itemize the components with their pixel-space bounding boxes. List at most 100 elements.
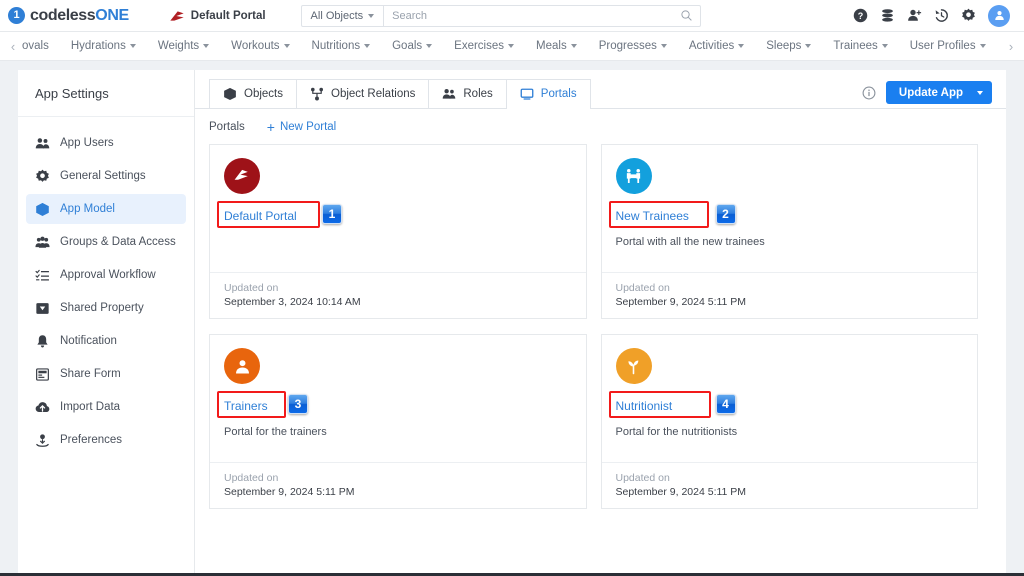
sidebar-item-groups-data-access[interactable]: Groups & Data Access xyxy=(26,227,186,257)
sidebar-item-shared-property[interactable]: Shared Property xyxy=(26,293,186,323)
portal-description: Portal for the trainers xyxy=(224,426,572,438)
object-nav-label: Exercises xyxy=(454,40,504,52)
object-nav-item[interactable]: Progresses xyxy=(588,40,678,52)
sidebar-item-label: Preferences xyxy=(60,434,122,446)
sidebar-item-general-settings[interactable]: General Settings xyxy=(26,161,186,191)
updated-on-label: Updated on xyxy=(224,282,572,294)
brand-text-dark: codeless xyxy=(30,7,95,24)
chevron-down-icon xyxy=(508,44,514,48)
portal-card-footer: Updated onSeptember 9, 2024 5:11 PM xyxy=(602,462,978,508)
object-nav-item[interactable]: Activities xyxy=(678,40,755,52)
breadcrumb[interactable]: Portals xyxy=(209,121,245,133)
tab-objects[interactable]: Objects xyxy=(209,79,297,108)
object-nav-item[interactable]: User Profiles xyxy=(899,40,997,52)
object-nav-item[interactable]: Nutritions xyxy=(301,40,382,52)
history-icon[interactable] xyxy=(934,8,949,23)
chevron-down-icon xyxy=(738,44,744,48)
object-nav-item[interactable]: Exercises xyxy=(443,40,525,52)
portal-card-footer: Updated onSeptember 9, 2024 5:11 PM xyxy=(602,272,978,318)
object-nav-item[interactable]: Weights xyxy=(147,40,220,52)
chevron-down-icon xyxy=(980,44,986,48)
cube-icon xyxy=(223,87,237,101)
object-nav-label: Weights xyxy=(158,40,199,52)
search-input[interactable] xyxy=(384,6,673,26)
sidebar-item-import-data[interactable]: Import Data xyxy=(26,392,186,422)
chevron-down-icon xyxy=(882,44,888,48)
portal-card-footer: Updated onSeptember 3, 2024 10:14 AM xyxy=(210,272,586,318)
sidebar-item-label: Approval Workflow xyxy=(60,269,156,281)
object-nav-label: Trainees xyxy=(833,40,877,52)
sidebar-item-label: App Users xyxy=(60,137,114,149)
cloud-upload-icon xyxy=(35,400,50,415)
tab-label: Roles xyxy=(463,88,492,100)
plus-icon: + xyxy=(267,120,275,134)
sidebar-item-app-users[interactable]: App Users xyxy=(26,128,186,158)
annotation-step-badge: 3 xyxy=(288,394,308,414)
nav-scroll-right-button[interactable]: › xyxy=(1002,39,1020,54)
portal-avatar xyxy=(224,158,260,194)
sidebar-item-app-model[interactable]: App Model xyxy=(26,194,186,224)
object-nav-item[interactable]: Trainees xyxy=(822,40,898,52)
sidebar-item-label: Notification xyxy=(60,335,117,347)
form-icon xyxy=(35,367,50,382)
tab-label: Portals xyxy=(541,88,577,100)
group-access-icon xyxy=(35,235,50,250)
chevron-down-icon xyxy=(130,44,136,48)
two-people-icon xyxy=(623,166,644,187)
sidebar-title: App Settings xyxy=(18,70,194,117)
info-icon[interactable] xyxy=(862,86,876,100)
sidebar-item-approval-workflow[interactable]: Approval Workflow xyxy=(26,260,186,290)
tab-object-relations[interactable]: Object Relations xyxy=(296,79,429,108)
portal-title-link[interactable]: Trainers xyxy=(224,399,268,413)
chevron-down-icon xyxy=(571,44,577,48)
database-icon[interactable] xyxy=(880,8,895,23)
portal-title-row: Nutritionist4 xyxy=(616,395,964,417)
updated-on-label: Updated on xyxy=(224,472,572,484)
object-nav-item[interactable]: Workouts xyxy=(220,40,300,52)
current-portal-selector[interactable]: Default Portal xyxy=(169,9,266,23)
object-nav-label: Sleeps xyxy=(766,40,801,52)
search-submit-button[interactable] xyxy=(674,6,700,26)
settings-gear-icon[interactable] xyxy=(961,8,976,23)
chevron-down-icon xyxy=(661,44,667,48)
object-nav-item[interactable]: Hydrations xyxy=(60,40,147,52)
tab-portals[interactable]: Portals xyxy=(506,79,591,108)
update-app-button[interactable]: Update App xyxy=(886,81,992,104)
object-nav-item[interactable]: Sleeps xyxy=(755,40,822,52)
portal-title-row: Default Portal1 xyxy=(224,205,572,227)
help-icon[interactable]: ? xyxy=(853,8,868,23)
object-nav-item[interactable]: Meals xyxy=(525,40,588,52)
shared-property-icon xyxy=(35,301,50,316)
updated-on-label: Updated on xyxy=(616,472,964,484)
search-bar: All Objects xyxy=(301,5,701,27)
portal-card-body: New Trainees2Portal with all the new tra… xyxy=(602,145,978,272)
chevron-down-icon xyxy=(203,44,209,48)
object-nav-label: Workouts xyxy=(231,40,279,52)
sidebar-item-label: App Model xyxy=(60,203,115,215)
portal-card: Nutritionist4Portal for the nutritionist… xyxy=(601,334,979,509)
user-avatar[interactable] xyxy=(988,5,1010,27)
sidebar-item-preferences[interactable]: Preferences xyxy=(26,425,186,455)
portal-monitor-icon xyxy=(520,87,534,101)
current-portal-name: Default Portal xyxy=(191,10,266,22)
brand-logo[interactable]: 1 codelessONE xyxy=(8,7,129,25)
portal-card-body: Default Portal1 xyxy=(210,145,586,272)
add-user-icon[interactable] xyxy=(907,8,922,23)
sidebar-item-share-form[interactable]: Share Form xyxy=(26,359,186,389)
object-nav-label: Progresses xyxy=(599,40,657,52)
new-portal-button[interactable]: + New Portal xyxy=(267,120,336,134)
portal-title-link[interactable]: Default Portal xyxy=(224,209,297,223)
tab-roles[interactable]: Roles xyxy=(428,79,506,108)
bell-icon xyxy=(35,334,50,349)
portal-title-link[interactable]: New Trainees xyxy=(616,209,689,223)
object-nav-item[interactable]: Goals xyxy=(381,40,443,52)
search-scope-select[interactable]: All Objects xyxy=(302,6,385,26)
tab-label: Object Relations xyxy=(331,88,415,100)
sidebar-item-label: Share Form xyxy=(60,368,121,380)
object-nav-item[interactable]: ovals xyxy=(22,40,60,52)
new-portal-label: New Portal xyxy=(280,121,336,133)
portal-title-link[interactable]: Nutritionist xyxy=(616,399,673,413)
portal-arrow-icon xyxy=(169,9,185,23)
nav-scroll-left-button[interactable]: ‹ xyxy=(4,39,22,54)
sidebar-item-notification[interactable]: Notification xyxy=(26,326,186,356)
